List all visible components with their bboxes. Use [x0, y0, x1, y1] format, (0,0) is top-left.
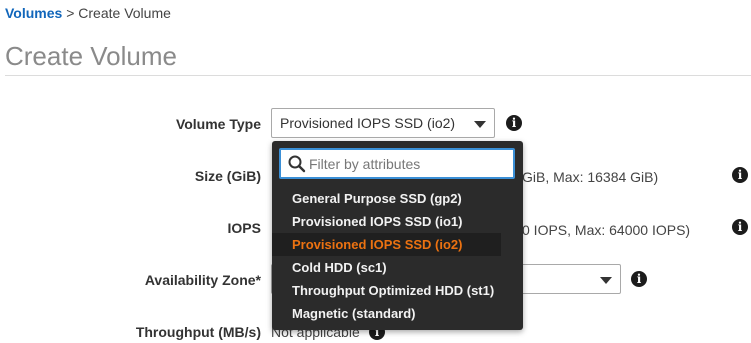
info-icon[interactable]: i [631, 271, 647, 287]
volume-type-select[interactable]: Provisioned IOPS SSD (io2) [271, 108, 495, 138]
dropdown-option-sc1[interactable]: Cold HDD (sc1) [272, 256, 501, 279]
filter-input[interactable] [309, 154, 504, 174]
throughput-label: Throughput (MB/s) [135, 324, 261, 340]
size-label: Size (GiB) [194, 168, 261, 184]
iops-label: IOPS [227, 220, 261, 236]
breadcrumb: Volumes > Create Volume [5, 5, 171, 21]
breadcrumb-separator: > [66, 5, 75, 21]
dropdown-option-io1[interactable]: Provisioned IOPS SSD (io1) [272, 210, 501, 233]
dropdown-option-standard[interactable]: Magnetic (standard) [272, 302, 501, 325]
dropdown-option-io2[interactable]: Provisioned IOPS SSD (io2) [272, 233, 501, 256]
info-icon[interactable]: i [506, 115, 522, 131]
search-icon [288, 155, 306, 173]
breadcrumb-current: Create Volume [78, 5, 171, 21]
filter-box [279, 148, 515, 179]
page-title: Create Volume [5, 41, 177, 71]
volume-type-value: Provisioned IOPS SSD (io2) [280, 115, 456, 131]
title-divider [5, 75, 751, 76]
info-icon[interactable]: i [732, 219, 748, 235]
dropdown-option-gp2[interactable]: General Purpose SSD (gp2) [272, 187, 501, 210]
volume-type-dropdown-menu: General Purpose SSD (gp2) Provisioned IO… [272, 141, 523, 330]
chevron-down-icon [600, 277, 612, 284]
chevron-down-icon [474, 121, 486, 128]
info-icon[interactable]: i [732, 167, 748, 183]
size-constraint-hint: GiB, Max: 16384 GiB) [522, 169, 659, 185]
iops-constraint-hint: 0 IOPS, Max: 64000 IOPS) [522, 222, 691, 238]
volume-type-label: Volume Type [175, 116, 261, 132]
dropdown-option-st1[interactable]: Throughput Optimized HDD (st1) [272, 279, 501, 302]
availability-zone-label: Availability Zone* [144, 272, 261, 288]
breadcrumb-volumes-link[interactable]: Volumes [5, 5, 62, 21]
